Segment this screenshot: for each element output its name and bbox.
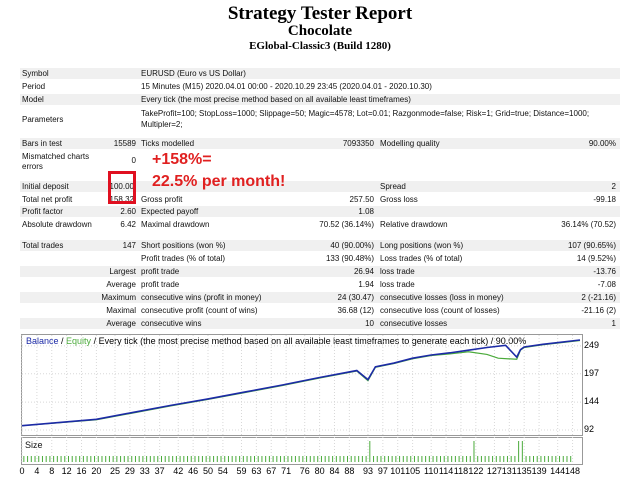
x-tick-label-21: 88 xyxy=(344,466,355,476)
series-line-equity xyxy=(21,339,581,427)
x-tick-label-33: 139 xyxy=(531,466,547,476)
x-tick-label-17: 71 xyxy=(281,466,292,476)
x-tick-label-25: 105 xyxy=(405,466,421,476)
x-tick-label-35: 148 xyxy=(565,466,581,476)
y-tick-label-3: 249 xyxy=(584,339,600,350)
x-tick-label-29: 122 xyxy=(468,466,484,476)
series-line-balance xyxy=(21,339,581,427)
x-tick-label-13: 54 xyxy=(217,466,228,476)
y-tick-label-0: 92 xyxy=(584,424,595,434)
equity-chart xyxy=(21,335,581,463)
x-tick-label-9: 37 xyxy=(154,466,165,476)
y-tick-label-2: 197 xyxy=(584,367,600,378)
x-tick-label-5: 20 xyxy=(91,466,102,476)
y-tick-label-1: 144 xyxy=(584,396,600,407)
